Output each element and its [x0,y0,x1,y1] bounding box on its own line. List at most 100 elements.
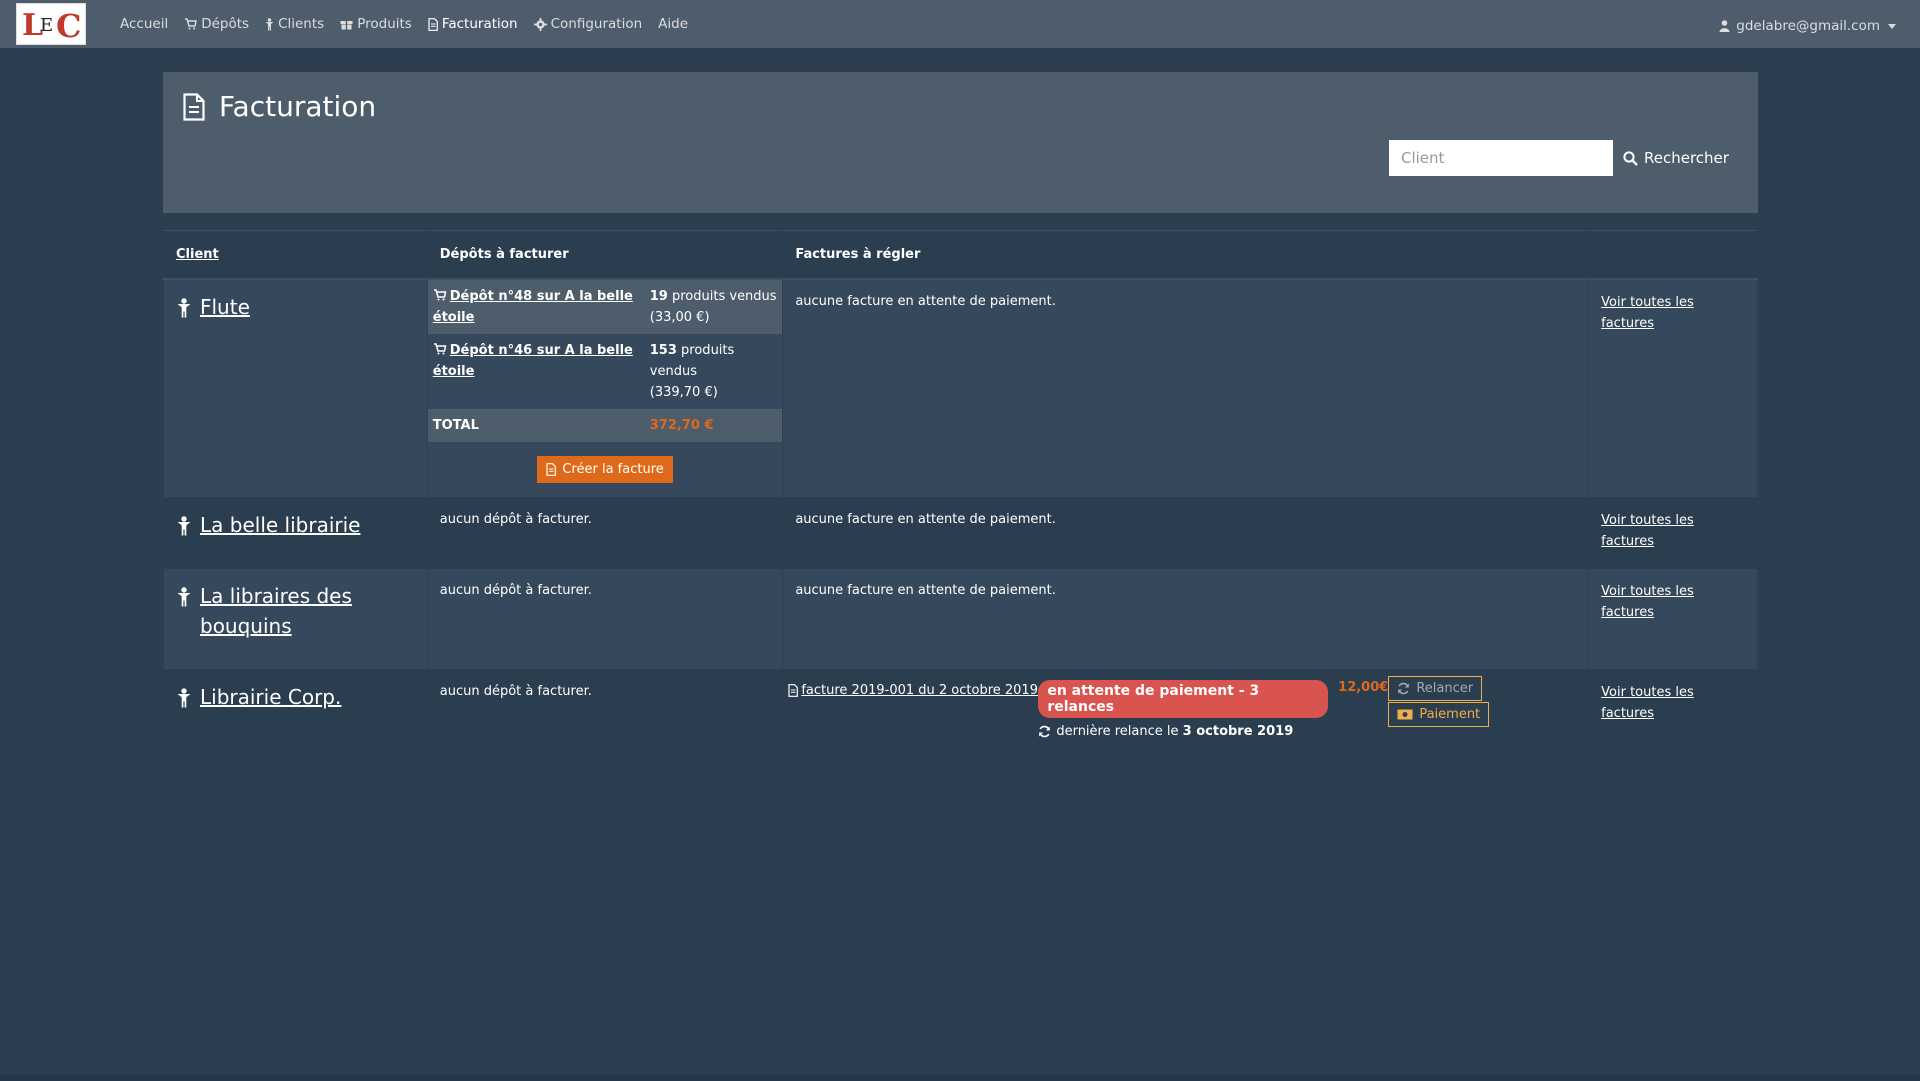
nav-clients[interactable]: Clients [265,16,324,32]
last-reminder-date: 3 octobre 2019 [1182,723,1294,739]
sold-count: 153 [649,342,677,358]
logo-image: L E C [18,5,84,43]
user-email: gdelabre@gmail.com [1736,18,1880,34]
document-icon [546,462,557,476]
invoices-cell: aucune facture en attente de paiement. [782,278,1590,498]
table-header-row: Client Dépôts à facturer Factures à régl… [163,230,1758,280]
see-all-invoices-link[interactable]: Voir toutes les factures [1601,584,1694,620]
gift-icon [340,18,353,30]
column-header-invoices: Factures à régler [782,230,1590,280]
person-icon [265,17,274,31]
app-logo[interactable]: L E C [16,3,86,45]
svg-text:E: E [40,15,53,36]
money-icon [1397,709,1413,720]
client-cell: La belle librairie [163,496,428,569]
depot-row: Dépôt n°46 sur A la belle étoile 153 pro… [427,333,783,409]
person-icon [177,586,191,606]
document-icon [428,17,438,31]
no-depot-text: aucun dépôt à facturer. [439,582,592,598]
nav-label: Facturation [441,16,518,32]
create-invoice-button[interactable]: Créer la facture [537,455,673,483]
client-link[interactable]: Librairie Corp. [200,682,341,712]
table-row: Librairie Corp. aucun dépôt à facturer. … [163,668,1758,758]
depots-cell: aucun dépôt à facturer. [426,496,784,569]
person-icon [177,515,191,535]
search-button[interactable]: Rechercher [1623,140,1729,176]
status-badge: en attente de paiement - 3 relances [1038,679,1329,718]
column-header-actions [1588,230,1758,280]
nav-label: Aide [658,16,689,32]
nav-label: Accueil [120,16,169,32]
search-button-label: Rechercher [1644,149,1729,167]
client-link[interactable]: Flute [200,292,250,322]
total-row: TOTAL 372,70 € [427,408,783,442]
sold-label: produits vendus [672,288,777,304]
see-all-invoices-link[interactable]: Voir toutes les factures [1601,295,1694,331]
user-menu[interactable]: gdelabre@gmail.com [1719,0,1896,52]
invoice-link[interactable]: facture 2019-001 du 2 octobre 2019 [801,683,1038,698]
billing-table: Client Dépôts à facturer Factures à régl… [163,230,1758,758]
depots-cell: Dépôt n°48 sur A la belle étoile 19 prod… [426,278,784,498]
create-row: Créer la facture [427,441,783,497]
no-invoice-text: aucune facture en attente de paiement. [795,582,1056,598]
payment-button[interactable]: Paiement [1388,701,1490,727]
table-row: Flute Dépôt n°48 sur A la belle étoile 1… [163,278,1758,498]
invoice-amount: 12,00€ [1338,679,1389,695]
horizontal-scrollbar[interactable] [0,1075,1920,1081]
invoices-cell: aucune facture en attente de paiement. [782,496,1590,569]
gear-icon [533,17,547,31]
cart-icon [184,18,198,30]
create-invoice-label: Créer la facture [562,461,664,477]
see-all-invoices-link[interactable]: Voir toutes les factures [1601,513,1694,549]
no-invoice-text: aucune facture en attente de paiement. [795,511,1056,527]
actions-cell: Voir toutes les factures [1588,668,1758,758]
actions-cell: Voir toutes les factures [1588,567,1758,670]
nav-aide[interactable]: Aide [658,16,688,32]
chevron-down-icon [1888,23,1896,29]
client-search-input[interactable] [1389,140,1613,176]
top-navbar: L E C Accueil Dépôts Clients Produits Fa… [0,0,1920,48]
nav-configuration[interactable]: Configuration [533,16,643,32]
page-title: Facturation [183,90,376,123]
nav-label: Configuration [550,16,643,32]
invoices-cell: aucune facture en attente de paiement. [782,567,1590,670]
column-header-client[interactable]: Client [163,230,428,280]
main-nav: Accueil Dépôts Clients Produits Facturat… [120,0,704,48]
nav-depots[interactable]: Dépôts [184,16,249,32]
total-label: TOTAL [427,408,646,442]
sold-count: 19 [649,288,668,304]
user-icon [1719,20,1730,32]
nav-produits[interactable]: Produits [340,16,412,32]
no-invoice-text: aucune facture en attente de paiement. [795,293,1056,309]
depot-link[interactable]: Dépôt n°46 sur A la belle étoile [433,343,633,379]
svg-text:C: C [56,7,81,43]
depot-row: Dépôt n°48 sur A la belle étoile 19 prod… [427,279,783,334]
nav-label: Dépôts [201,16,250,32]
depots-list: Dépôt n°48 sur A la belle étoile 19 prod… [427,279,783,497]
last-reminder-prefix: dernière relance le [1056,723,1179,739]
depot-amount: (33,00 €) [649,309,710,325]
total-value: 372,70 € [649,417,714,433]
actions-cell: Voir toutes les factures [1588,278,1758,498]
sort-client-link[interactable]: Client [176,247,219,262]
table-row: La libraires des bouquins aucun dépôt à … [163,567,1758,670]
payment-label: Paiement [1419,706,1481,722]
client-cell: La libraires des bouquins [163,567,428,670]
invoices-cell: facture 2019-001 du 2 octobre 2019 en at… [782,668,1590,758]
cart-icon [433,288,447,301]
remind-label: Relancer [1416,680,1474,696]
depots-cell: aucun dépôt à facturer. [426,668,784,758]
remind-button[interactable]: Relancer [1388,675,1483,701]
nav-facturation[interactable]: Facturation [428,16,518,32]
nav-accueil[interactable]: Accueil [120,16,168,32]
client-link[interactable]: La belle librairie [200,510,360,540]
client-link[interactable]: La libraires des bouquins [200,581,415,641]
depot-link[interactable]: Dépôt n°48 sur A la belle étoile [433,289,633,325]
see-all-invoices-link[interactable]: Voir toutes les factures [1601,685,1694,721]
refresh-icon [1038,725,1051,738]
column-header-depots: Dépôts à facturer [426,230,784,280]
page-title-text: Facturation [219,90,377,123]
document-icon [183,92,205,121]
person-icon [177,297,191,317]
client-cell: Librairie Corp. [163,668,428,758]
